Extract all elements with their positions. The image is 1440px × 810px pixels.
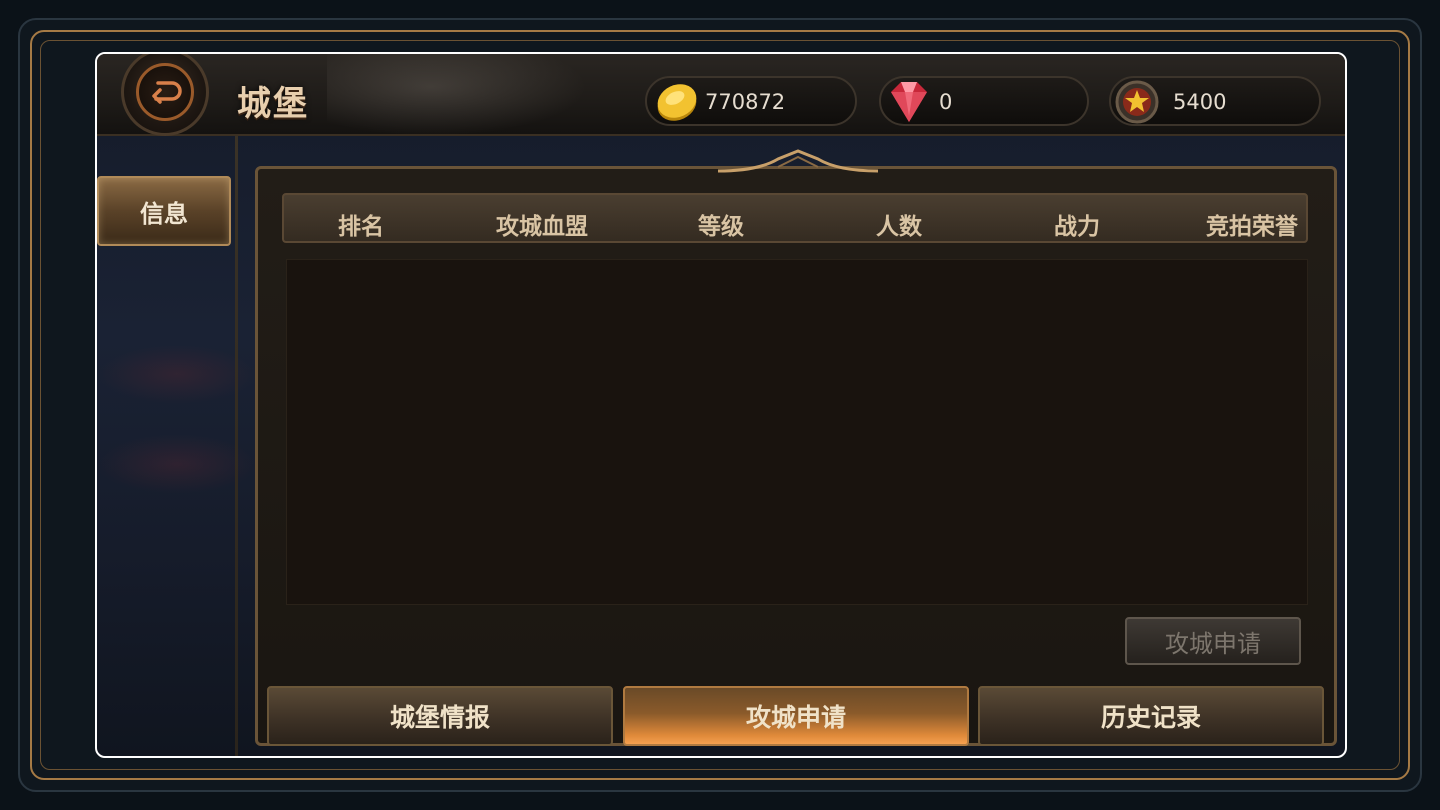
panel-ornament	[718, 149, 878, 173]
column-rank[interactable]: 排名	[338, 207, 384, 241]
star-medal-icon	[1115, 80, 1159, 124]
column-power[interactable]: 战力	[1054, 207, 1100, 241]
back-arrow-icon	[152, 81, 182, 104]
top-bar: 城堡 770872 0 5400	[97, 54, 1345, 136]
gold-value: 770872	[705, 90, 786, 114]
column-members[interactable]: 人数	[876, 207, 922, 241]
sidebar-divider	[235, 136, 238, 756]
background-streak	[97, 434, 257, 494]
siege-apply-button[interactable]: 攻城申请	[1125, 617, 1301, 665]
gem-value: 0	[939, 90, 953, 114]
gold-counter[interactable]: 770872	[645, 76, 857, 126]
tab-castle-intel[interactable]: 城堡情报	[267, 686, 613, 746]
header-artwork	[327, 54, 587, 136]
column-level[interactable]: 等级	[698, 207, 744, 241]
column-bid-honor[interactable]: 竞拍荣誉	[1206, 207, 1298, 241]
honor-value: 5400	[1173, 90, 1227, 114]
game-screen: 城堡 770872 0 5400 信息 排名 攻城血盟 等级 人数 战力 竞拍荣…	[95, 52, 1347, 758]
honor-counter[interactable]: 5400	[1109, 76, 1321, 126]
gem-counter[interactable]: 0	[879, 76, 1089, 126]
sidebar-tab-info[interactable]: 信息	[97, 176, 231, 246]
column-alliance[interactable]: 攻城血盟	[496, 207, 588, 241]
table-body[interactable]	[286, 259, 1308, 605]
gold-coin-icon	[657, 84, 697, 121]
table-header: 排名 攻城血盟 等级 人数 战力 竞拍荣誉	[282, 193, 1308, 243]
main-panel: 排名 攻城血盟 等级 人数 战力 竞拍荣誉 攻城申请	[255, 149, 1337, 746]
back-button[interactable]	[121, 54, 209, 136]
page-title: 城堡	[237, 84, 309, 124]
tab-history[interactable]: 历史记录	[978, 686, 1324, 746]
red-gem-icon	[891, 82, 927, 122]
tab-siege-apply[interactable]: 攻城申请	[623, 686, 969, 746]
background-streak	[97, 344, 257, 404]
